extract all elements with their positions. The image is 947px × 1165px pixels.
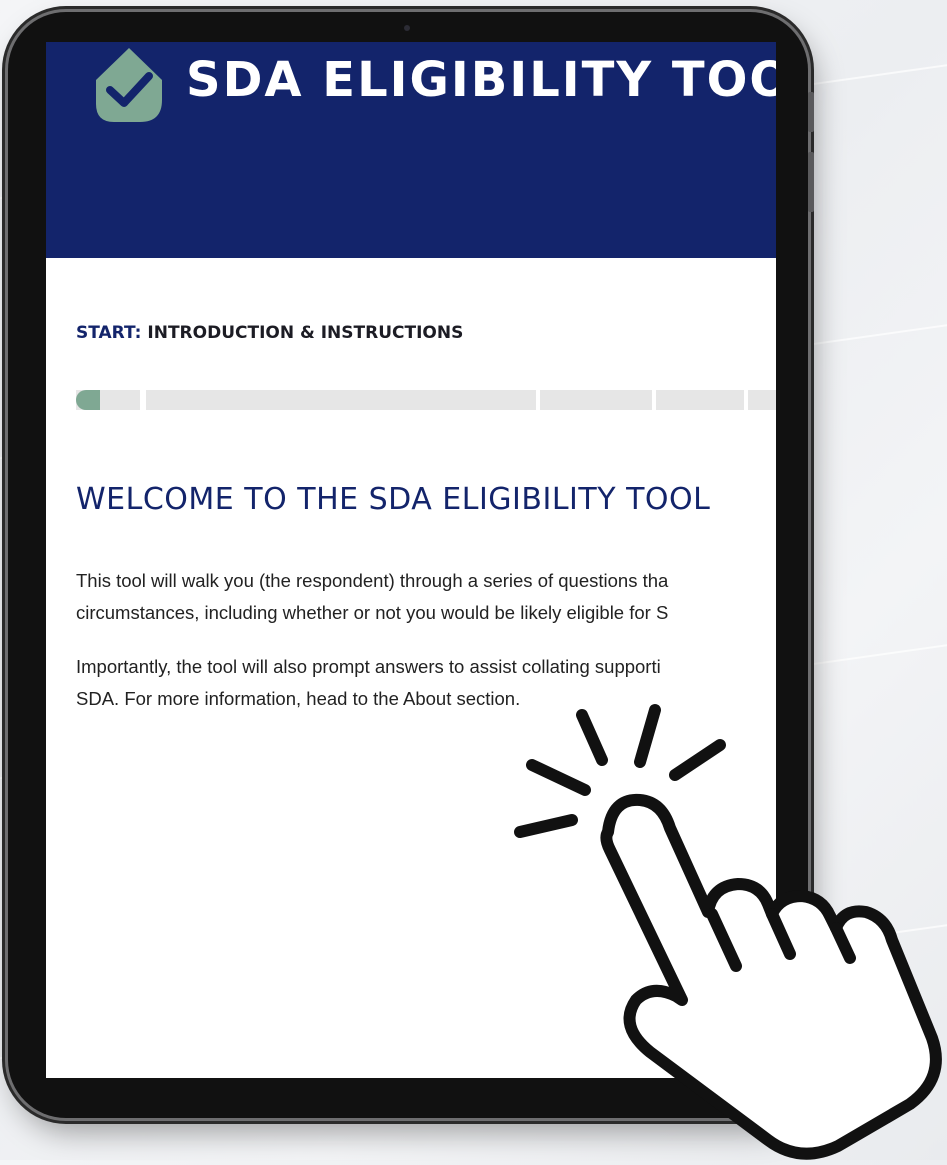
progress-fill — [76, 390, 100, 410]
camera-icon — [404, 25, 410, 31]
step-label: START: INTRODUCTION & INSTRUCTIONS — [76, 323, 463, 343]
progress-segment-3 — [540, 390, 652, 410]
house-check-icon — [94, 42, 164, 122]
info-paragraph-line-1: Importantly, the tool will also prompt a… — [76, 656, 661, 677]
step-prefix: START: — [76, 323, 142, 343]
app-title: SDA ELIGIBILITY TOOL — [186, 52, 776, 108]
progress-segment-5 — [748, 390, 776, 410]
progress-segment-4 — [656, 390, 744, 410]
intro-paragraph-line-2: circumstances, including whether or not … — [76, 602, 669, 623]
welcome-heading: WELCOME TO THE SDA ELIGIBILITY TOOL — [76, 482, 711, 517]
app-header: SDA ELIGIBILITY TOOL — [46, 42, 776, 258]
power-button — [808, 152, 814, 212]
volume-button — [808, 92, 814, 132]
progress-segment-2 — [146, 390, 536, 410]
step-title: INTRODUCTION & INSTRUCTIONS — [147, 323, 464, 343]
intro-paragraph-line-1: This tool will walk you (the respondent)… — [76, 570, 669, 591]
progress-segment-1 — [76, 390, 140, 410]
pointing-hand-tap-icon — [500, 700, 947, 1160]
progress-bar — [76, 390, 776, 410]
info-paragraph-line-2: SDA. For more information, head to the A… — [76, 688, 521, 709]
